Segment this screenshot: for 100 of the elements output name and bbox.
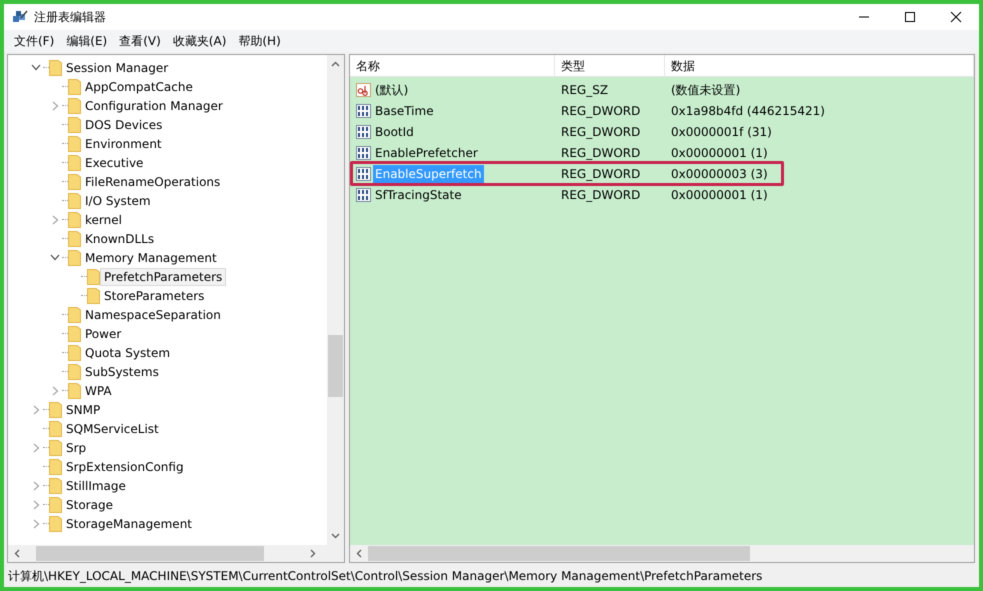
- value-name[interactable]: BootId: [373, 122, 416, 140]
- tree-item[interactable]: Memory Management: [81, 248, 221, 266]
- expand-chevron-icon[interactable]: [32, 500, 40, 510]
- menu-item[interactable]: 收藏夹(A): [166, 32, 232, 50]
- value-type: REG_DWORD: [561, 124, 640, 138]
- tree-item[interactable]: StorageManagement: [62, 514, 196, 532]
- folder-icon: [68, 192, 81, 209]
- value-name[interactable]: EnablePrefetcher: [373, 144, 480, 162]
- expand-chevron-icon[interactable]: [32, 518, 40, 528]
- tree-item[interactable]: Session Manager: [62, 58, 172, 76]
- tree-item[interactable]: Environment: [81, 134, 166, 152]
- expand-chevron-icon[interactable]: [32, 480, 40, 490]
- tree-item[interactable]: Storage: [62, 496, 117, 514]
- folder-icon: [68, 325, 81, 342]
- tree-item[interactable]: Power: [81, 324, 126, 342]
- value-data: 0x00000003 (3): [671, 166, 768, 180]
- tree-item[interactable]: SQMServiceList: [62, 420, 163, 438]
- folder-icon: [68, 306, 81, 323]
- scroll-left-icon[interactable]: [356, 549, 362, 558]
- value-data: 0x1a98b4fd (446215421): [671, 104, 825, 118]
- horizontal-scrollbar[interactable]: [8, 545, 344, 562]
- tree-item[interactable]: Configuration Manager: [81, 96, 227, 114]
- value-name[interactable]: (默认): [373, 80, 410, 98]
- close-icon[interactable]: [950, 11, 962, 23]
- folder-icon: [68, 211, 81, 228]
- tree-item[interactable]: StillImage: [62, 476, 130, 494]
- tree-item[interactable]: WPA: [81, 382, 116, 400]
- folder-icon: [68, 173, 81, 190]
- folder-icon: [49, 59, 62, 76]
- tree-item[interactable]: StoreParameters: [100, 286, 208, 304]
- folder-icon: [68, 230, 81, 247]
- folder-icon: [68, 97, 81, 114]
- tree-item[interactable]: SNMP: [62, 400, 104, 418]
- folder-icon: [49, 477, 62, 494]
- tree-item[interactable]: SrpExtensionConfig: [62, 458, 188, 476]
- expand-chevron-icon[interactable]: [32, 442, 40, 452]
- column-header[interactable]: 类型: [555, 55, 665, 76]
- horizontal-scrollbar[interactable]: [350, 545, 974, 562]
- collapse-chevron-icon[interactable]: [50, 254, 60, 261]
- folder-icon: [68, 154, 81, 171]
- expand-chevron-icon[interactable]: [52, 386, 58, 396]
- tree-item[interactable]: FileRenameOperations: [81, 172, 224, 190]
- folder-icon: [87, 287, 100, 304]
- folder-icon: [68, 78, 81, 95]
- folder-icon: [49, 439, 62, 456]
- folder-icon: [68, 363, 81, 380]
- window-title: 注册表编辑器: [34, 9, 106, 26]
- value-type: REG_DWORD: [561, 104, 640, 118]
- value-name[interactable]: SfTracingState: [373, 186, 464, 204]
- expand-chevron-icon[interactable]: [52, 214, 58, 224]
- folder-icon: [68, 344, 81, 361]
- binary-value-icon: [356, 104, 371, 118]
- tree-item[interactable]: DOS Devices: [81, 116, 166, 134]
- expand-chevron-icon[interactable]: [32, 404, 40, 414]
- column-header[interactable]: 数据: [665, 55, 974, 76]
- tree-item[interactable]: I/O System: [81, 192, 155, 210]
- scrollbar-thumb[interactable]: [368, 546, 750, 561]
- value-type: REG_DWORD: [561, 188, 640, 202]
- tree-item[interactable]: SubSystems: [81, 362, 163, 380]
- value-data: 0x00000001 (1): [671, 146, 768, 160]
- tree-item[interactable]: kernel: [81, 210, 126, 228]
- menu-item[interactable]: 查看(V): [113, 32, 167, 50]
- scroll-left-icon[interactable]: [14, 549, 20, 558]
- tree-item[interactable]: PrefetchParameters: [100, 268, 226, 286]
- scroll-down-icon[interactable]: [331, 533, 340, 539]
- menu-item[interactable]: 帮助(H): [232, 32, 287, 50]
- value-data: 0x00000001 (1): [671, 188, 768, 202]
- tree-item[interactable]: Executive: [81, 154, 148, 172]
- tree-item[interactable]: KnownDLLs: [81, 230, 158, 248]
- tree-item[interactable]: Srp: [62, 438, 90, 456]
- maximize-icon[interactable]: [904, 11, 916, 23]
- tree-item[interactable]: Quota System: [81, 344, 174, 362]
- menu-item[interactable]: 编辑(E): [60, 32, 114, 50]
- folder-icon: [49, 515, 62, 532]
- folder-icon: [49, 420, 62, 437]
- column-header[interactable]: 名称: [350, 55, 555, 76]
- value-data: 0x0000001f (31): [671, 124, 772, 138]
- value-type: REG_SZ: [561, 82, 608, 96]
- value-name[interactable]: BaseTime: [373, 102, 436, 120]
- string-value-icon: [356, 82, 371, 96]
- folder-icon: [49, 458, 62, 475]
- tree-item[interactable]: AppCompatCache: [81, 78, 197, 96]
- scrollbar-thumb[interactable]: [36, 546, 264, 561]
- folder-icon: [49, 401, 62, 418]
- vertical-scrollbar[interactable]: [327, 55, 344, 545]
- registry-cubes-icon: [12, 9, 28, 25]
- value-type: REG_DWORD: [561, 146, 640, 160]
- expand-chevron-icon[interactable]: [52, 100, 58, 110]
- binary-value-icon: [356, 188, 371, 202]
- scrollbar-thumb[interactable]: [328, 335, 343, 397]
- collapse-chevron-icon[interactable]: [31, 64, 41, 71]
- scroll-up-icon[interactable]: [331, 61, 340, 67]
- tree-item[interactable]: NamespaceSeparation: [81, 306, 225, 324]
- folder-icon: [68, 116, 81, 133]
- folder-icon: [68, 382, 81, 399]
- status-path: 计算机\HKEY_LOCAL_MACHINE\SYSTEM\CurrentControlSet\Control\Session Manager\Memory Management\PrefetchParameters: [8, 568, 762, 585]
- folder-icon: [68, 135, 81, 152]
- scroll-right-icon[interactable]: [310, 549, 316, 558]
- menu-item[interactable]: 文件(F): [8, 32, 60, 50]
- binary-value-icon: [356, 146, 371, 160]
